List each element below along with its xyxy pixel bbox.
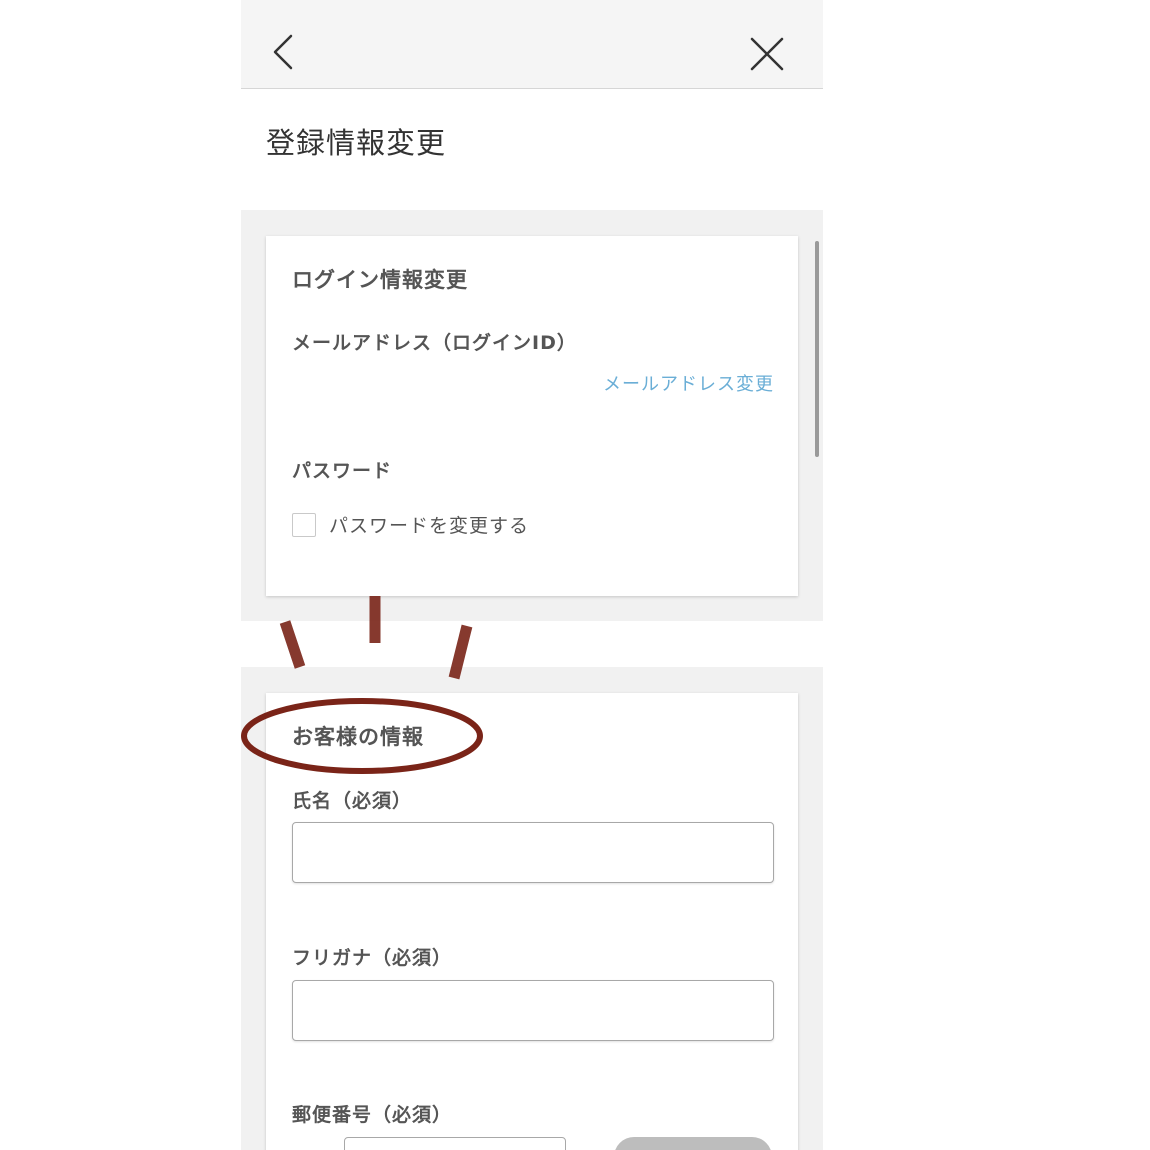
- phone-screen: 登録情報変更 ログイン情報変更 メールアドレス（ログインID） メールアドレス変…: [241, 0, 823, 1150]
- furigana-input[interactable]: [292, 980, 774, 1041]
- close-button[interactable]: [747, 34, 787, 74]
- page-title: 登録情報変更: [266, 126, 447, 160]
- postal-code-label: 郵便番号（必須）: [292, 1104, 453, 1126]
- change-password-checkbox[interactable]: [292, 513, 316, 537]
- postal-code-search-button[interactable]: [614, 1137, 772, 1150]
- customer-info-card: お客様の情報 氏名（必須） フリガナ（必須） 郵便番号（必須）: [266, 693, 798, 1150]
- furigana-label: フリガナ（必須）: [292, 947, 453, 969]
- login-info-card: ログイン情報変更 メールアドレス（ログインID） メールアドレス変更 パスワード…: [266, 236, 798, 596]
- password-label: パスワード: [292, 460, 393, 482]
- top-navigation-bar: [241, 0, 823, 89]
- name-input[interactable]: [292, 822, 774, 883]
- close-icon: [750, 37, 784, 71]
- chevron-left-icon: [273, 34, 293, 70]
- back-button[interactable]: [267, 30, 307, 74]
- email-label: メールアドレス（ログインID）: [292, 332, 577, 354]
- postal-code-input[interactable]: [344, 1137, 566, 1150]
- scrollbar[interactable]: [815, 241, 819, 457]
- change-password-checkbox-label[interactable]: パスワードを変更する: [329, 511, 529, 538]
- login-section-title: ログイン情報変更: [292, 268, 468, 292]
- name-label: 氏名（必須）: [292, 790, 413, 812]
- email-change-link[interactable]: メールアドレス変更: [603, 370, 774, 396]
- customer-section-title: お客様の情報: [292, 725, 424, 749]
